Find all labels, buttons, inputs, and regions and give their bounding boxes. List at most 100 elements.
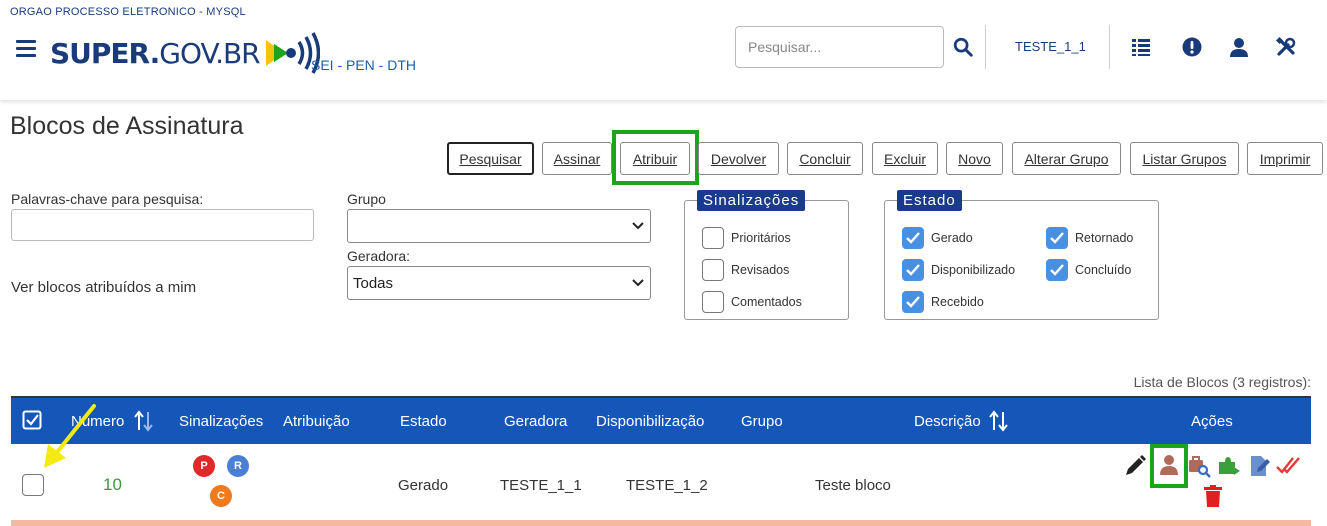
page-title: Blocos de Assinatura <box>10 112 244 140</box>
checkbox-label: Recebido <box>931 295 984 309</box>
concluir-button[interactable]: Concluir <box>787 142 863 175</box>
col-descricao[interactable]: Descrição <box>914 413 981 430</box>
badge-prioritario[interactable]: P <box>193 455 215 477</box>
checkbox-box[interactable] <box>902 227 924 249</box>
assign-user-icon[interactable] <box>1157 453 1181 477</box>
col-disponibilizacao: Disponibilização <box>596 413 705 430</box>
sinalizacoes-legend: Sinalizações <box>697 190 806 211</box>
imprimir-button[interactable]: Imprimir <box>1247 142 1323 175</box>
novo-button[interactable]: Novo <box>946 142 1003 175</box>
col-sinalizacoes: Sinalizações <box>179 413 264 430</box>
estado-fieldset: Estado Gerado Retornado Disponibilizado … <box>884 190 1159 320</box>
geradora-select-value: Todas <box>353 274 394 292</box>
check-icon <box>906 232 920 244</box>
sinalizacoes-fieldset: Sinalizações Prioritários Revisados Come… <box>684 190 849 320</box>
org-name: ORGAO PROCESSO ELETRONICO - MYSQL <box>10 6 246 18</box>
user-icon[interactable] <box>1228 36 1250 58</box>
checkbox-label: Prioritários <box>731 231 791 245</box>
select-all-icon[interactable] <box>22 410 42 430</box>
checkbox-gerado[interactable]: Gerado <box>902 227 973 249</box>
table-row: 10 P R C Gerado TESTE_1_1 TESTE_1_2 Test… <box>11 444 1311 520</box>
checkbox-revisados[interactable]: Revisados <box>702 259 789 281</box>
search-icon[interactable] <box>952 36 974 58</box>
checkbox-prioritarios[interactable]: Prioritários <box>702 227 791 249</box>
col-grupo: Grupo <box>741 413 783 430</box>
row-geradora: TESTE_1_1 <box>500 477 582 494</box>
checkbox-retornado[interactable]: Retornado <box>1046 227 1133 249</box>
checkbox-label: Disponibilizado <box>931 263 1016 277</box>
excluir-button[interactable]: Excluir <box>872 142 938 175</box>
checkbox-disponibilizado[interactable]: Disponibilizado <box>902 259 1015 281</box>
badge-comentado[interactable]: C <box>210 485 232 507</box>
badge-revisado[interactable]: R <box>227 455 249 477</box>
checkbox-label: Comentados <box>731 295 802 309</box>
search-input[interactable] <box>735 26 944 68</box>
col-acoes: Ações <box>1191 413 1233 430</box>
checkbox-box[interactable] <box>902 291 924 313</box>
table-header: Número Sinalizações Atribuição Estado Ge… <box>11 398 1311 444</box>
double-check-icon[interactable] <box>1276 454 1300 478</box>
alterar-grupo-button[interactable]: Alterar Grupo <box>1012 142 1121 175</box>
trash-icon[interactable] <box>1201 484 1225 508</box>
geradora-select[interactable]: Todas <box>347 266 651 300</box>
keywords-input[interactable] <box>11 209 314 241</box>
row-checkbox[interactable] <box>22 474 44 496</box>
row-numero[interactable]: 10 <box>103 475 122 495</box>
check-icon <box>1050 264 1064 276</box>
geradora-label: Geradora: <box>347 248 411 264</box>
col-geradora: Geradora <box>504 413 568 430</box>
tools-icon[interactable] <box>1275 36 1297 58</box>
menu-icon[interactable] <box>16 40 36 58</box>
check-icon <box>906 264 920 276</box>
checkbox-recebido[interactable]: Recebido <box>902 291 984 313</box>
header-divider <box>985 25 986 69</box>
logo-text-light: GOV.BR <box>159 36 260 70</box>
top-header: ORGAO PROCESSO ELETRONICO - MYSQL SUPER.… <box>0 0 1327 100</box>
view-documents-icon[interactable] <box>1187 454 1211 478</box>
estado-legend: Estado <box>897 190 962 211</box>
checkbox-concluido[interactable]: Concluído <box>1046 259 1131 281</box>
grupo-select[interactable] <box>347 209 651 243</box>
unit-label[interactable]: TESTE_1_1 <box>1015 39 1086 54</box>
list-icon[interactable] <box>1130 36 1152 58</box>
pesquisar-button[interactable]: Pesquisar <box>447 142 534 175</box>
sort-icon[interactable] <box>989 410 1009 432</box>
checkbox-label: Concluído <box>1075 263 1132 277</box>
row-descricao: Teste bloco <box>815 477 891 494</box>
col-atribuicao: Atribuição <box>283 413 350 430</box>
records-count: Lista de Blocos (3 registros): <box>1133 374 1311 390</box>
checkbox-box[interactable] <box>702 291 724 313</box>
check-icon <box>906 296 920 308</box>
row-disponibilizacao: TESTE_1_2 <box>626 477 708 494</box>
devolver-button[interactable]: Devolver <box>698 142 779 175</box>
header-divider <box>1109 25 1110 69</box>
checkbox-box[interactable] <box>702 227 724 249</box>
checkbox-box[interactable] <box>702 259 724 281</box>
annotation-arrow-icon <box>44 404 96 468</box>
edit-pencil-icon[interactable] <box>1123 454 1147 478</box>
logo[interactable]: SUPER.GOV.BR <box>50 30 320 76</box>
checkbox-box[interactable] <box>902 259 924 281</box>
assinar-button[interactable]: Assinar <box>542 142 612 175</box>
atribuir-button[interactable]: Atribuir <box>620 142 690 175</box>
checkbox-comentados[interactable]: Comentados <box>702 291 802 313</box>
next-row-stripe <box>11 520 1311 526</box>
sign-document-icon[interactable] <box>1247 454 1271 478</box>
checkbox-label: Gerado <box>931 231 973 245</box>
chevron-down-icon <box>632 222 644 230</box>
ver-blocos-label[interactable]: Ver blocos atribuídos a mim <box>11 279 196 296</box>
row-estado: Gerado <box>398 477 449 494</box>
checkbox-box[interactable] <box>1046 227 1068 249</box>
system-subtitle: SEI - PEN - DTH <box>311 57 417 73</box>
grupo-label: Grupo <box>347 191 386 207</box>
col-estado: Estado <box>400 413 447 430</box>
sort-icon[interactable] <box>134 410 154 432</box>
keywords-label: Palavras-chave para pesquisa: <box>11 191 204 207</box>
logo-text-bold: SUPER. <box>50 36 160 70</box>
alert-icon[interactable] <box>1181 36 1203 58</box>
puzzle-send-icon[interactable] <box>1217 454 1241 478</box>
checkbox-box[interactable] <box>1046 259 1068 281</box>
chevron-down-icon <box>632 279 644 287</box>
listar-grupos-button[interactable]: Listar Grupos <box>1130 142 1239 175</box>
checkbox-label: Revisados <box>731 263 790 277</box>
